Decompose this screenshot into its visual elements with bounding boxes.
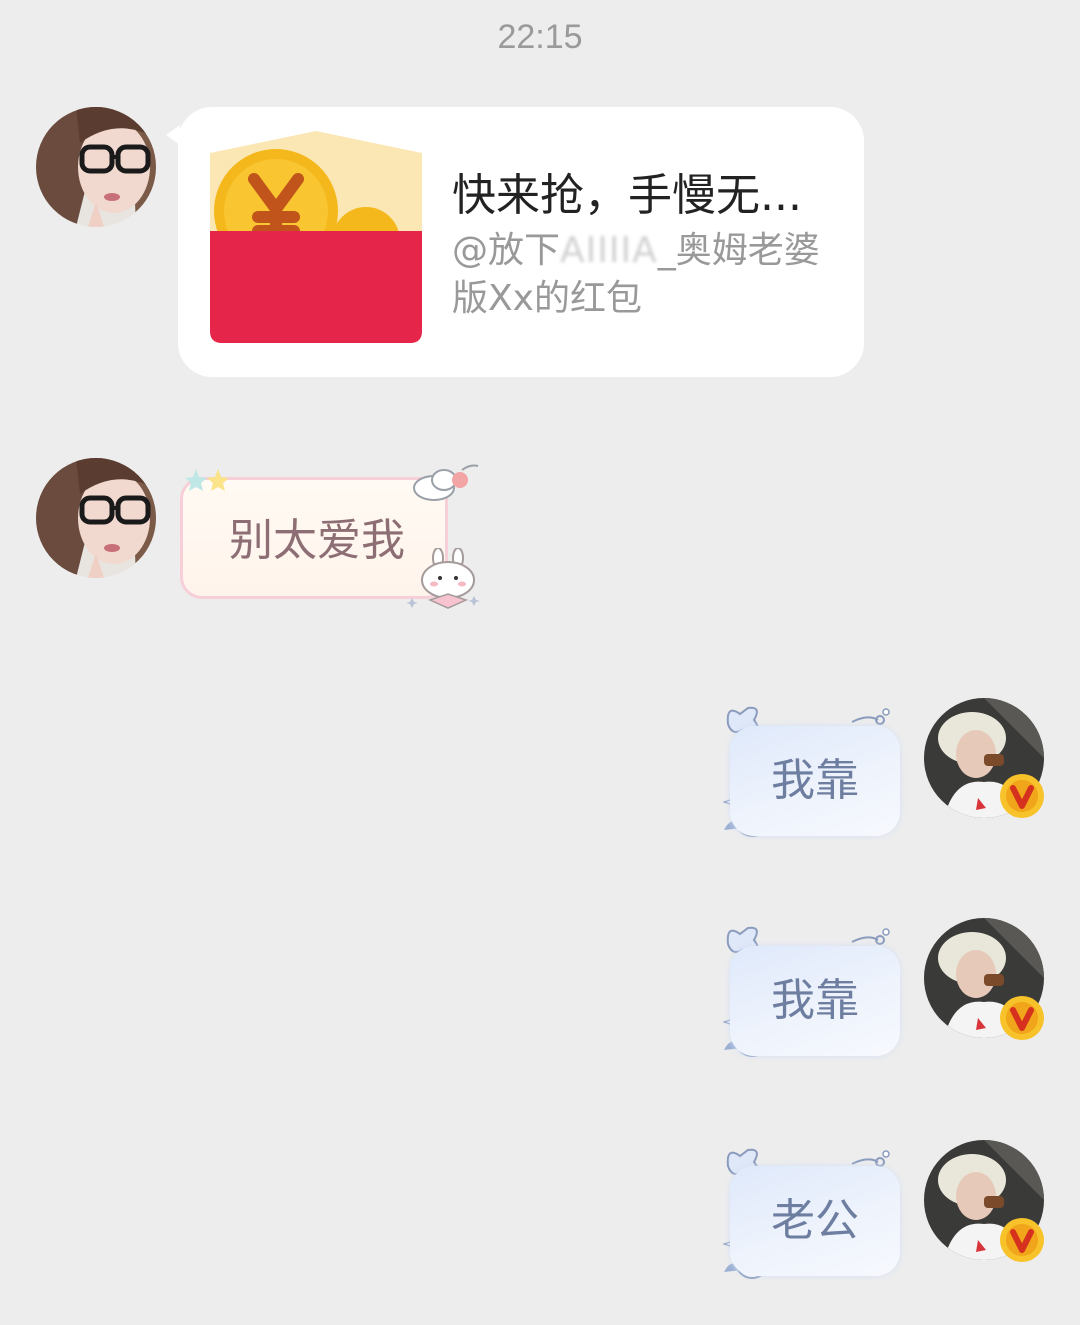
message-text: 我靠 xyxy=(771,755,859,806)
red-packet-sender-masked: AIIIIA xyxy=(560,230,658,271)
avatar-photo-icon xyxy=(36,458,156,578)
red-packet-subtitle: @放下AIIIIA_奥姆老婆版Xx的红包 xyxy=(452,227,832,323)
message-text: 老公 xyxy=(771,1195,859,1246)
verified-v-badge-icon xyxy=(1000,996,1044,1040)
verified-v-badge-icon xyxy=(1000,774,1044,818)
star-decoration-icon xyxy=(185,469,229,491)
message-text: 我靠 xyxy=(771,975,859,1026)
cloud-decoration-icon xyxy=(413,464,479,501)
sender-avatar[interactable] xyxy=(36,458,156,578)
red-packet-sender-prefix: @放下 xyxy=(452,230,561,271)
message-bubble-sent[interactable]: 老公 xyxy=(730,1166,900,1276)
message-bubble-sent[interactable]: 我靠 xyxy=(730,726,900,836)
red-envelope-icon xyxy=(210,131,422,343)
message-timestamp: 22:15 xyxy=(497,18,583,56)
avatar-photo-icon xyxy=(36,107,156,227)
bunny-decoration-icon xyxy=(406,548,480,609)
verified-v-badge-icon xyxy=(1000,1218,1044,1262)
red-packet-card[interactable]: 快来抢，手慢无... @放下AIIIIA_奥姆老婆版Xx的红包 xyxy=(166,107,864,377)
message-bubble-sent[interactable]: 我靠 xyxy=(730,946,900,1056)
sender-avatar[interactable] xyxy=(36,107,156,227)
red-packet-title: 快来抢，手慢无... xyxy=(452,170,802,221)
